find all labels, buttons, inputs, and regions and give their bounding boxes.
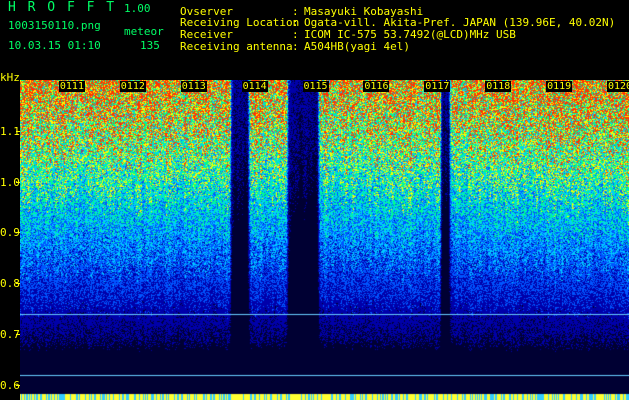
x-tick-label: 0116 [363,81,390,92]
x-tick-label: 0118 [485,81,512,92]
x-tick-label: 0113 [180,81,207,92]
x-tick-label: 0119 [546,81,573,92]
header-panel: H R O F F T 1.00 1003150110.png meteor 1… [0,0,629,80]
x-tick-label: 0120 [607,81,629,92]
colon: : [292,40,299,53]
mode-label: meteor [124,25,164,38]
x-tick-label: 0117 [424,81,451,92]
y-axis-unit: kHz [0,71,20,84]
detection-count: 135 [140,39,160,52]
antenna-value: A504HB(yagi 4el) [304,40,410,53]
file-name: 1003150110.png [8,19,101,32]
app-version: 1.00 [124,2,151,15]
x-tick-label: 0112 [119,81,146,92]
antenna-label: Receiving antenna [180,40,293,53]
app-name: H R O F F T [8,0,117,15]
date-time: 10.03.15 01:10 [8,39,101,52]
x-tick-label: 0115 [302,81,329,92]
x-tick-label: 0111 [58,81,85,92]
spectrogram-canvas [20,80,629,400]
x-tick-label: 0114 [241,81,268,92]
